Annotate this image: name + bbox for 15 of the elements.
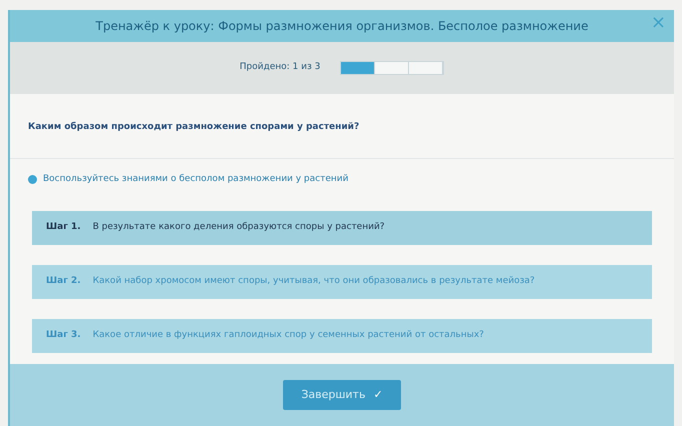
step-label: Шаг 1. (46, 220, 81, 234)
step-label: Шаг 2. (46, 274, 81, 288)
question-text: Каким образом происходит размножение спорами у растений? (28, 122, 360, 132)
close-button[interactable]: × (650, 14, 666, 32)
step-label: Шаг 3. (46, 328, 81, 342)
window-title: Тренажёр к уроку: Формы размножения организмов. Бесполое размножение (96, 18, 588, 35)
step-text: Какое отличие в функциях гаплоидных спор у семенных растений от остальных? (92, 328, 484, 342)
step-text: В результате какого деления образуются споры у растений? (92, 220, 385, 234)
step-row[interactable]: Шаг 2. Какой набор хромосом имеют споры, учитывая, что они образовались в результате мейоза? (32, 264, 652, 298)
progress-label: Пройдено: 1 из 3 (240, 61, 320, 74)
step-text: Какой набор хромосом имеют споры, учитывая, что они образовались в результате мейоза? (92, 274, 535, 288)
step-row[interactable]: Шаг 3. Какое отличие в функциях гаплоидных спор у семенных растений от остальных? (32, 318, 652, 352)
step-row[interactable]: Шаг 1. В результате какого деления образуются споры у растений? (32, 210, 652, 244)
hint-text: Воспользуйтесь знаниями о бесполом размножении у растений (43, 173, 348, 186)
finish-button[interactable]: Завершить ✓ (283, 380, 401, 410)
